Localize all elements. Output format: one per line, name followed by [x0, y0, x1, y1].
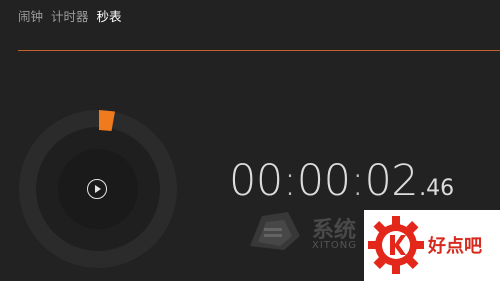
time-minutes: 00	[296, 156, 351, 206]
elapsed-time: 00:00:02.46	[229, 160, 454, 203]
tab-bar: 闹钟 计时器 秒表	[18, 8, 122, 26]
time-separator: :	[282, 156, 298, 206]
watermark-haodianba: 好点吧	[364, 210, 500, 281]
time-hundredths: .46	[419, 176, 455, 201]
tab-underline	[18, 50, 500, 51]
watermark-subtext: XITONG	[312, 240, 358, 251]
play-icon	[95, 184, 101, 193]
k-gear-badge-icon	[368, 216, 424, 274]
time-hours: 00	[229, 156, 283, 206]
tab-stopwatch[interactable]: 秒表	[97, 8, 122, 26]
time-separator: :	[350, 156, 365, 206]
watermark-brand-text: 好点吧	[428, 236, 482, 257]
tab-alarm[interactable]: 闹钟	[18, 8, 43, 26]
tab-timer[interactable]: 计时器	[51, 8, 89, 26]
play-button[interactable]	[87, 179, 107, 199]
time-seconds: 02	[364, 156, 419, 206]
watermark-xitong: 系统 XITONG	[244, 200, 364, 281]
xitong-logo-icon	[250, 212, 300, 250]
